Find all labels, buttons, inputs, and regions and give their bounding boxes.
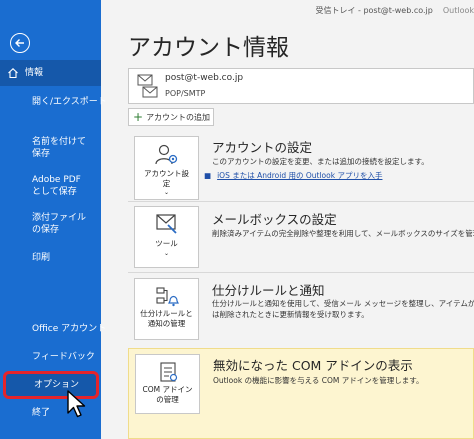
sidebar-item-feedback[interactable]: フィードバック [0,351,101,363]
chevron-down-icon: ⌄ [163,250,170,257]
get-outlook-app-link[interactable]: ■ iOS または Android 用の Outlook アプリを入手 [204,170,382,181]
addin-list-icon [159,362,177,382]
tile-label: ツール [155,239,178,248]
sidebar-item-info[interactable]: 情報 [0,60,101,86]
mail-account-icon [137,74,158,98]
sidebar-item-label: Adobe PDF として保存 [32,175,81,197]
mailbox-settings-section: ツール ⌄ メールボックスの設定 削除済みアイテムの完全削除や整理を利用して、メ… [128,206,474,274]
section-title: 仕分けルールと通知 [212,283,325,298]
divider [128,272,474,273]
backstage-sidebar: 情報 開く/エクスポート 名前を付けて保存 Adobe PDF として保存 添付… [0,0,107,439]
manage-rules-alerts-button[interactable]: 仕分けルールと通知の管理 [134,278,199,340]
home-icon [8,68,18,79]
section-title: 無効になった COM アドインの表示 [213,358,413,373]
section-title: メールボックスの設定 [212,212,337,227]
account-type: POP/SMTP [165,89,206,98]
rules-alerts-section: 仕分けルールと通知の管理 仕分けルールと通知 仕分けルールと通知を使用して、受信… [128,278,474,342]
sidebar-item-print[interactable]: 印刷 [0,252,101,264]
mailbox-label: 受信トレイ - post@t-web.co.jp [315,6,433,15]
section-description: 削除済みアイテムの完全削除や整理を利用して、メールボックスのサイズを管理 [212,229,474,238]
com-addins-section: COM アドインの管理 無効になった COM アドインの表示 Outlook の… [128,348,474,439]
section-description: Outlook の機能に影響を与える COM アドインを管理します。 [213,376,424,385]
link-text: iOS または Android 用の Outlook アプリを入手 [217,171,383,180]
sidebar-item-label: Office アカウント [32,324,107,334]
app-name: Outlook [442,6,474,15]
window-title: 受信トレイ - post@t-web.co.jp Outlook [315,5,474,16]
section-description-line1: 仕分けルールと通知を使用して、受信メール メッセージを整理し、アイテムが追 [212,299,474,308]
section-description-line2: は削除されたときに更新情報を受け取ります。 [212,310,369,319]
divider [128,201,474,202]
sidebar-item-save-as[interactable]: 名前を付けて保存 [0,136,90,160]
sidebar-item-save-as-pdf[interactable]: Adobe PDF として保存 [0,174,90,198]
account-selector[interactable]: post@t-web.co.jp POP/SMTP [128,68,474,104]
tools-button[interactable]: ツール ⌄ [134,206,199,268]
section-title: アカウントの設定 [212,140,313,155]
mouse-cursor-icon [67,390,86,418]
tile-label: COM アドインの管理 [142,385,193,404]
add-account-label: アカウントの追加 [146,112,211,122]
account-settings-section: アカウント設定 ⌄ アカウントの設定 このアカウントの設定を変更、または追加の接… [128,134,474,206]
plus-icon: + [133,110,144,124]
sidebar-item-label: 印刷 [32,253,51,263]
bullet-icon: ■ [204,171,212,180]
account-email: post@t-web.co.jp [165,73,244,83]
add-account-button[interactable]: + アカウントの追加 [128,108,214,126]
sidebar-item-label: 添付ファイルの保存 [32,213,87,235]
tile-label: アカウント設定 [144,169,189,188]
mailbox-tools-icon [155,214,177,234]
sidebar-item-label: 終了 [32,408,51,418]
page-title: アカウント情報 [128,35,289,61]
rules-bell-icon [155,287,179,307]
sidebar-item-save-attachments[interactable]: 添付ファイルの保存 [0,212,90,236]
back-arrow-icon[interactable] [10,33,30,53]
account-settings-button[interactable]: アカウント設定 ⌄ [134,136,199,200]
sidebar-item-label: 開く/エクスポート [32,97,107,107]
sidebar-item-label: 情報 [25,68,44,78]
sidebar-item-open-export[interactable]: 開く/エクスポート [0,96,107,108]
sidebar-item-label: 名前を付けて保存 [32,137,87,159]
sidebar-item-office-account[interactable]: Office アカウント [0,323,106,335]
section-description: このアカウントの設定を変更、または追加の接続を設定します。 [212,157,429,166]
chevron-down-icon: ⌄ [163,189,170,196]
tile-label: 仕分けルールと通知の管理 [140,309,193,328]
sidebar-item-label: フィードバック [32,352,95,362]
user-settings-icon [154,144,177,165]
manage-com-addins-button[interactable]: COM アドインの管理 [135,354,200,414]
